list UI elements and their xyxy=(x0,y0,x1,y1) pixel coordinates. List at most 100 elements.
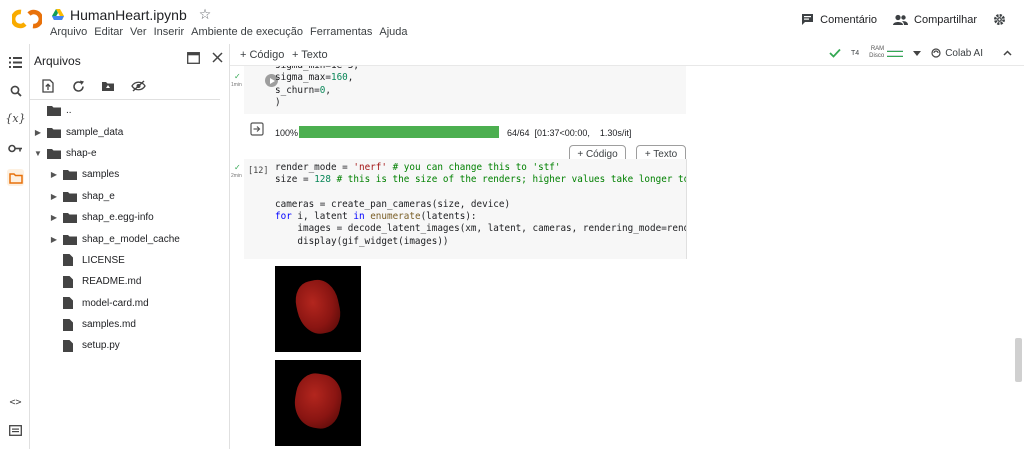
key-icon[interactable] xyxy=(7,140,24,157)
file-item[interactable]: model-card.md xyxy=(30,293,230,314)
files-panel-title: Arquivos xyxy=(34,54,81,68)
tree-item-label: samples.md xyxy=(82,319,136,331)
chevron-right-icon[interactable]: ▶ xyxy=(33,128,43,137)
menu-ajuda[interactable]: Ajuda xyxy=(379,26,407,38)
code-token: render_mode = xyxy=(275,162,354,173)
disk-bar xyxy=(887,54,904,57)
chevron-up-icon[interactable] xyxy=(1003,50,1012,56)
search-icon[interactable] xyxy=(7,82,24,99)
menu-ambiente-de-execucao[interactable]: Ambiente de execução xyxy=(191,26,303,38)
code-token: display(gif_widget(images)) xyxy=(275,235,449,247)
code-line: display(gif_widget(images)) xyxy=(275,236,686,248)
cell-run-time: 1min xyxy=(231,82,242,88)
folder-item[interactable]: ▼ shap-e xyxy=(30,143,230,164)
progress-stats: 64/64 [01:37<00:00, 1.30s/it] xyxy=(507,128,632,138)
menu-editar[interactable]: Editar xyxy=(94,26,123,38)
code-line: s_churn=0, xyxy=(275,85,359,97)
share-button[interactable]: Compartilhar xyxy=(893,14,977,26)
folder-item[interactable]: ▶ shap_e.egg-info xyxy=(30,207,230,228)
code-token: s_churn= xyxy=(275,84,320,96)
menu-inserir[interactable]: Inserir xyxy=(154,26,185,38)
folder-item[interactable]: ▶ shap_e_model_cache xyxy=(30,228,230,249)
tree-item-label: sample_data xyxy=(66,126,124,138)
tree-item-label: shap_e xyxy=(82,190,115,202)
share-label: Compartilhar xyxy=(914,13,977,26)
folder-item[interactable]: .. xyxy=(30,100,230,121)
files-icon[interactable] xyxy=(7,169,24,186)
resources-indicator[interactable]: RAM Disco xyxy=(869,46,904,60)
ruler-line xyxy=(686,159,687,259)
code-line: render_mode = 'nerf' # you can change th… xyxy=(275,162,686,174)
upload-icon[interactable] xyxy=(40,78,56,94)
code-token: cameras = create_pan_cameras(size, devic… xyxy=(275,198,511,210)
menu-ferramentas[interactable]: Ferramentas xyxy=(310,26,372,38)
colab-logo[interactable] xyxy=(12,8,42,30)
file-item[interactable]: samples.md xyxy=(30,314,230,335)
folder-item[interactable]: ▶ samples xyxy=(30,164,230,185)
code-cell[interactable]: sigma_min=1e-3,sigma_max=160,s_churn=0,) xyxy=(244,66,686,114)
folder-item[interactable]: ▶ shap_e xyxy=(30,186,230,207)
menu-ver[interactable]: Ver xyxy=(130,26,147,38)
tree-item-label: LICENSE xyxy=(82,254,125,266)
code-token: ) xyxy=(275,96,281,108)
code-line: cameras = create_pan_cameras(size, devic… xyxy=(275,199,686,211)
scrollbar[interactable] xyxy=(1015,338,1022,382)
code-line: sigma_max=160, xyxy=(275,72,359,84)
runtime-type: T4 xyxy=(851,49,860,57)
comment-button[interactable]: Comentário xyxy=(801,13,877,26)
tree-item-label: samples xyxy=(82,169,120,181)
code-snippets-icon[interactable]: <> xyxy=(7,394,24,411)
add-text-button[interactable]: + Texto xyxy=(292,49,328,61)
chevron-down-icon[interactable]: ▼ xyxy=(33,149,43,158)
file-item[interactable]: LICENSE xyxy=(30,250,230,271)
file-item[interactable]: setup.py xyxy=(30,335,230,356)
refresh-icon[interactable] xyxy=(70,78,86,94)
toc-icon[interactable] xyxy=(7,54,24,71)
code-token: , xyxy=(325,84,331,96)
header: HumanHeart.ipynb ☆ Arquivo Editar Ver In… xyxy=(0,0,1024,44)
add-code-button[interactable]: + Código xyxy=(240,49,284,61)
chevron-right-icon[interactable]: ▶ xyxy=(49,213,59,222)
colab-app: HumanHeart.ipynb ☆ Arquivo Editar Ver In… xyxy=(0,0,1024,449)
code-line: size = 128 # this is the size of the ren… xyxy=(275,174,686,186)
resource-labels: RAM Disco xyxy=(869,46,884,60)
chevron-right-icon[interactable]: ▶ xyxy=(49,170,59,179)
colab-ai-label: Colab AI xyxy=(945,47,983,59)
colab-ai-button[interactable]: Colab AI xyxy=(931,48,983,59)
code-token: sigma_max= xyxy=(275,72,331,84)
tree-item-label: shap_e.egg-info xyxy=(82,212,154,224)
code-token: 128 xyxy=(314,174,331,186)
folder-icon xyxy=(47,147,62,159)
heart-render xyxy=(290,370,346,432)
mount-drive-icon[interactable] xyxy=(100,78,116,94)
menu-bar: Arquivo Editar Ver Inserir Ambiente de e… xyxy=(50,26,408,38)
variables-icon[interactable]: {x} xyxy=(5,110,25,127)
folder-item[interactable]: ▶ sample_data xyxy=(30,121,230,142)
gear-icon xyxy=(994,14,1005,25)
hide-hidden-files-icon[interactable] xyxy=(130,78,146,94)
output-toggle-icon[interactable] xyxy=(250,122,264,136)
chevron-right-icon[interactable]: ▶ xyxy=(49,192,59,201)
folder-icon xyxy=(63,233,78,245)
chevron-down-icon[interactable] xyxy=(913,50,922,56)
menu-arquivo[interactable]: Arquivo xyxy=(50,26,87,38)
code-token: sigma_min=1e-3, xyxy=(275,66,359,71)
chevron-right-icon[interactable]: ▶ xyxy=(49,235,59,244)
star-icon[interactable]: ☆ xyxy=(199,6,212,23)
code-token: 160 xyxy=(330,72,348,84)
settings-button[interactable] xyxy=(993,13,1006,26)
notebook-title[interactable]: HumanHeart.ipynb xyxy=(70,7,187,23)
code-cell[interactable]: render_mode = 'nerf' # you can change th… xyxy=(244,159,686,259)
file-tree: .. ▶ sample_data ▼ shap-e ▶ samples ▶ shap_e ▶ sha… xyxy=(30,100,230,357)
close-icon[interactable] xyxy=(212,52,223,63)
disk-label: Disco xyxy=(869,53,885,59)
code-editor[interactable]: sigma_min=1e-3,sigma_max=160,s_churn=0,) xyxy=(275,66,359,109)
code-token: in xyxy=(353,211,365,223)
code-editor[interactable]: render_mode = 'nerf' # you can change th… xyxy=(275,162,686,248)
cell-done-check-icon: ✓ xyxy=(234,163,241,172)
file-item[interactable]: README.md xyxy=(30,271,230,292)
tree-item-label: model-card.md xyxy=(82,297,149,309)
open-in-tab-icon[interactable] xyxy=(187,52,200,64)
command-palette-icon[interactable] xyxy=(7,422,24,439)
ram-bar xyxy=(887,49,904,52)
